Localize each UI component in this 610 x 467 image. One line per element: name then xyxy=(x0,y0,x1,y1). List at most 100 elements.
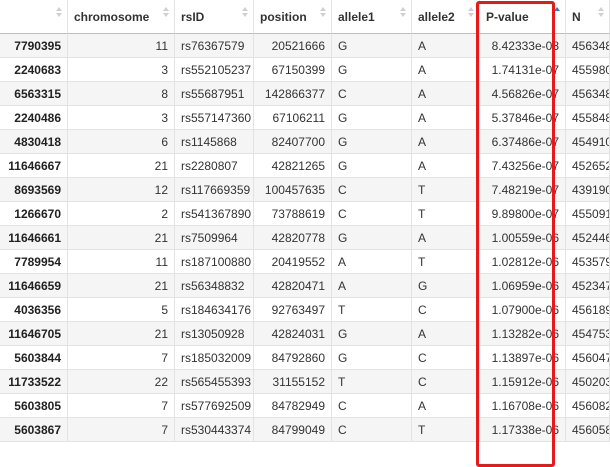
table-cell-allele1: A xyxy=(332,250,412,274)
table-cell-n: 455091 xyxy=(566,202,610,226)
table-cell-allele2: C xyxy=(412,298,480,322)
table-cell-p-value: 1.16708e-06 xyxy=(480,394,566,418)
table-cell-rsid: rs13050928 xyxy=(175,322,254,346)
table-cell-p-value: 1.13897e-06 xyxy=(480,346,566,370)
table-cell-position: 42824031 xyxy=(254,322,332,346)
table-cell-n: 452652 xyxy=(566,154,610,178)
table-cell-allele1: C xyxy=(332,178,412,202)
table-cell-n: 456189 xyxy=(566,298,610,322)
header-rsid[interactable]: rsID xyxy=(175,0,254,34)
table-cell-rsid: rs117669359 xyxy=(175,178,254,202)
table-cell-rsid: rs187100880 xyxy=(175,250,254,274)
table-cell-rsid: rs577692509 xyxy=(175,394,254,418)
table-cell-chromosome: 7 xyxy=(68,418,175,442)
table-cell-p-value: 7.43256e-07 xyxy=(480,154,566,178)
table-cell-position: 84782949 xyxy=(254,394,332,418)
table-cell-chromosome: 11 xyxy=(68,250,175,274)
table-cell-chromosome: 7 xyxy=(68,394,175,418)
row-index-cell: 11733522 xyxy=(0,370,68,394)
table-cell-allele1: C xyxy=(332,202,412,226)
table-cell-chromosome: 21 xyxy=(68,226,175,250)
table-cell-allele1: G xyxy=(332,226,412,250)
header-label: allele2 xyxy=(418,10,455,24)
row-index-cell: 7790395 xyxy=(0,34,68,58)
table-cell-allele2: A xyxy=(412,226,480,250)
table-cell-allele2: A xyxy=(412,322,480,346)
table-cell-position: 84799049 xyxy=(254,418,332,442)
header-p-value[interactable]: P-value xyxy=(480,0,566,34)
row-index-cell: 4830418 xyxy=(0,130,68,154)
header-chromosome[interactable]: chromosome xyxy=(68,0,175,34)
table-cell-p-value: 1.07900e-06 xyxy=(480,298,566,322)
sort-arrows-icon[interactable] xyxy=(468,7,474,19)
table-cell-position: 20521666 xyxy=(254,34,332,58)
sort-arrows-icon[interactable] xyxy=(400,7,406,19)
sort-arrows-icon[interactable] xyxy=(598,7,604,19)
header-label: chromosome xyxy=(74,10,150,24)
header-label: rsID xyxy=(181,10,205,24)
table-cell-chromosome: 6 xyxy=(68,130,175,154)
header-n[interactable]: N xyxy=(566,0,610,34)
table-cell-allele1: C xyxy=(332,82,412,106)
table-cell-chromosome: 8 xyxy=(68,82,175,106)
table-cell-allele2: T xyxy=(412,418,480,442)
row-index-cell: 6563315 xyxy=(0,82,68,106)
row-index-cell: 11646705 xyxy=(0,322,68,346)
table-cell-allele2: A xyxy=(412,154,480,178)
table-cell-n: 456348 xyxy=(566,34,610,58)
table-cell-allele2: A xyxy=(412,58,480,82)
table-cell-allele2: T xyxy=(412,250,480,274)
table-cell-allele1: G xyxy=(332,130,412,154)
table-cell-chromosome: 21 xyxy=(68,154,175,178)
table-cell-chromosome: 11 xyxy=(68,34,175,58)
row-index-cell: 7789954 xyxy=(0,250,68,274)
table-cell-position: 67150399 xyxy=(254,58,332,82)
table-cell-rsid: rs76367579 xyxy=(175,34,254,58)
table-cell-allele1: G xyxy=(332,322,412,346)
table-cell-rsid: rs185032009 xyxy=(175,346,254,370)
row-index-cell: 11646661 xyxy=(0,226,68,250)
header-index[interactable] xyxy=(0,0,68,34)
table-cell-chromosome: 2 xyxy=(68,202,175,226)
table-cell-position: 42820471 xyxy=(254,274,332,298)
table-cell-n: 454753 xyxy=(566,322,610,346)
row-index-cell: 2240683 xyxy=(0,58,68,82)
row-index-cell: 1266670 xyxy=(0,202,68,226)
table-cell-chromosome: 7 xyxy=(68,346,175,370)
table-cell-allele1: T xyxy=(332,370,412,394)
row-index-cell: 5603844 xyxy=(0,346,68,370)
table-cell-allele2: A xyxy=(412,82,480,106)
table-cell-rsid: rs56348832 xyxy=(175,274,254,298)
table-cell-position: 73788619 xyxy=(254,202,332,226)
table-cell-chromosome: 21 xyxy=(68,274,175,298)
header-position[interactable]: position xyxy=(254,0,332,34)
table-cell-n: 455848 xyxy=(566,106,610,130)
table-cell-n: 452446 xyxy=(566,226,610,250)
table-cell-allele1: G xyxy=(332,58,412,82)
sort-arrows-icon[interactable] xyxy=(163,7,169,19)
table-cell-rsid: rs565455393 xyxy=(175,370,254,394)
table-cell-allele2: A xyxy=(412,34,480,58)
sort-arrows-icon[interactable] xyxy=(242,7,248,19)
table-cell-allele1: G xyxy=(332,106,412,130)
table-cell-p-value: 9.89800e-07 xyxy=(480,202,566,226)
table-cell-chromosome: 12 xyxy=(68,178,175,202)
header-allele2[interactable]: allele2 xyxy=(412,0,480,34)
table-cell-rsid: rs2280807 xyxy=(175,154,254,178)
header-allele1[interactable]: allele1 xyxy=(332,0,412,34)
table-cell-p-value: 1.00559e-06 xyxy=(480,226,566,250)
table-cell-rsid: rs552105237 xyxy=(175,58,254,82)
table-cell-rsid: rs530443374 xyxy=(175,418,254,442)
table-cell-p-value: 7.48219e-07 xyxy=(480,178,566,202)
table-cell-n: 456058 xyxy=(566,418,610,442)
header-label: allele1 xyxy=(338,10,375,24)
sort-arrows-icon[interactable] xyxy=(56,7,62,19)
table-cell-position: 100457635 xyxy=(254,178,332,202)
table-cell-p-value: 8.42333e-08 xyxy=(480,34,566,58)
table-cell-p-value: 5.37846e-07 xyxy=(480,106,566,130)
table-cell-allele1: C xyxy=(332,418,412,442)
sort-arrows-icon[interactable] xyxy=(554,7,560,19)
table-cell-p-value: 1.06959e-06 xyxy=(480,274,566,298)
table-cell-n: 456082 xyxy=(566,394,610,418)
sort-arrows-icon[interactable] xyxy=(320,7,326,19)
